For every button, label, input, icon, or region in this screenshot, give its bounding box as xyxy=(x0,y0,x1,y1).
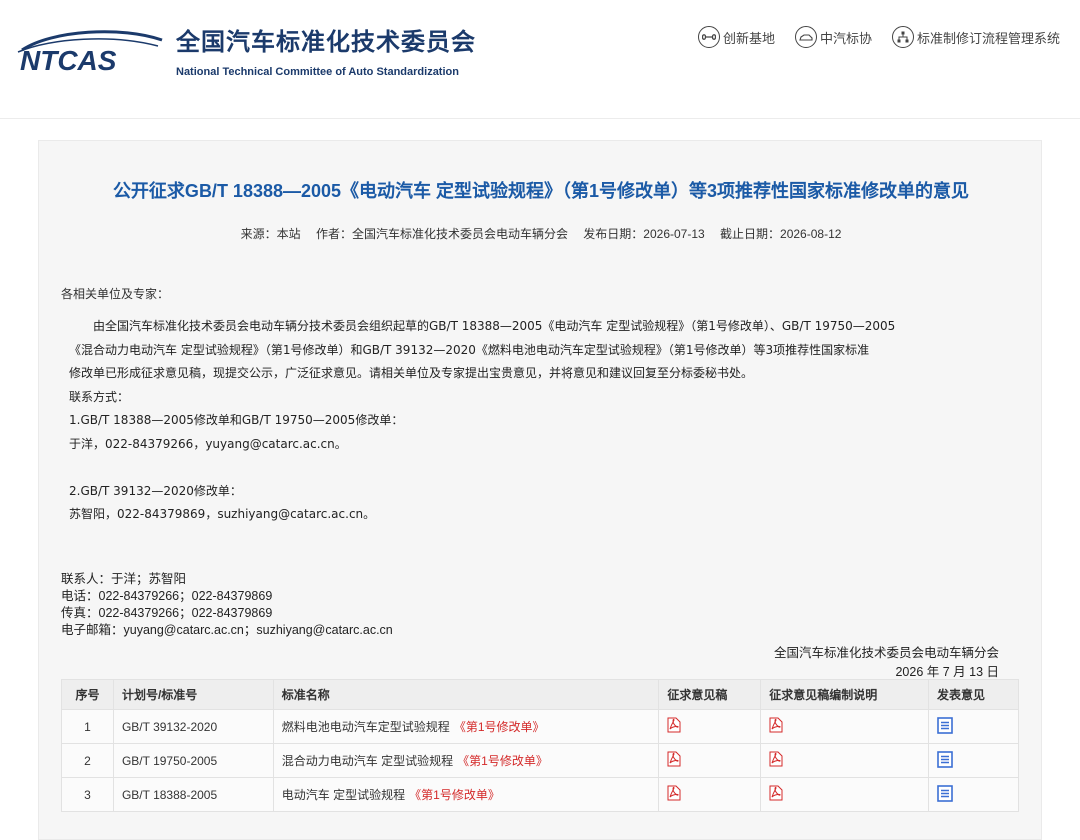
hierarchy-circle-icon xyxy=(891,26,914,48)
standards-table: 序号 计划号/标准号 标准名称 征求意见稿 征求意见稿编制说明 发表意见 1 G… xyxy=(61,679,1019,812)
row-revision-link[interactable]: 《第1号修改单》 xyxy=(454,720,545,734)
row-draft-cell xyxy=(658,777,762,812)
document-list-icon[interactable] xyxy=(937,784,953,805)
row-name: 电动汽车 定型试验规程 xyxy=(281,788,406,802)
pdf-icon[interactable] xyxy=(769,751,783,770)
row-name: 混合动力电动汽车 定型试验规程 xyxy=(281,754,454,768)
row-revision-link[interactable]: 《第1号修改单》 xyxy=(409,788,500,802)
body-line: 《混合动力电动汽车 定型试验规程》（第1号修改单）和GB/T 39132—202… xyxy=(69,342,870,357)
row-explanation-cell xyxy=(760,777,930,812)
col-header-code: 计划号/标准号 xyxy=(112,679,274,710)
col-header-draft: 征求意见稿 xyxy=(658,679,762,710)
meta-source: 来源：本站 xyxy=(240,227,301,241)
article-body: 由全国汽车标准化技术委员会电动车辆分技术委员会组织起草的GB/T 18388—2… xyxy=(69,315,1019,527)
table-header-row: 序号 计划号/标准号 标准名称 征求意见稿 征求意见稿编制说明 发表意见 xyxy=(61,679,1019,710)
row-feedback-cell xyxy=(928,777,1019,812)
contact1-detail: 于洋，022-84379266，yuyang@catarc.ac.cn。 xyxy=(69,436,347,451)
contact-heading: 联系方式： xyxy=(69,389,130,404)
infinity-circle-icon xyxy=(697,26,720,48)
row-code: GB/T 19750-2005 xyxy=(112,743,274,778)
row-feedback-cell xyxy=(928,743,1019,778)
row-code: GB/T 39132-2020 xyxy=(112,709,274,744)
contact-fax: 传真：022-84379266；022-84379869 xyxy=(61,606,273,620)
site-cn-title: 全国汽车标准化技术委员会 xyxy=(176,29,476,56)
contact1-title: 1.GB/T 18388—2005修改单和GB/T 19750—2005修改单： xyxy=(69,413,404,427)
row-no: 3 xyxy=(61,777,114,812)
col-header-no: 序号 xyxy=(61,679,114,710)
row-no: 1 xyxy=(61,709,114,744)
article-title: 公开征求GB/T 18388—2005《电动汽车 定型试验规程》（第1号修改单）… xyxy=(112,181,970,201)
row-feedback-cell xyxy=(928,709,1019,744)
pdf-icon[interactable] xyxy=(769,717,783,736)
article-meta: 来源：本站 作者：全国汽车标准化技术委员会电动车辆分会 发布日期：2026-07… xyxy=(39,225,1043,242)
table-row: 1 GB/T 39132-2020 燃料电池电动汽车定型试验规程 《第1号修改单》 xyxy=(61,709,1019,744)
row-draft-cell xyxy=(658,709,762,744)
table-row: 2 GB/T 19750-2005 混合动力电动汽车 定型试验规程 《第1号修改单… xyxy=(61,743,1019,778)
pdf-icon[interactable] xyxy=(667,751,681,770)
site-header: NTCAS 全国汽车标准化技术委员会 National Technical Co… xyxy=(0,0,1080,119)
table-row: 3 GB/T 18388-2005 电动汽车 定型试验规程 《第1号修改单》 xyxy=(61,777,1019,812)
row-explanation-cell xyxy=(760,743,930,778)
top-nav: 创新基地 中汽标协 标准制修订流程管理系统 xyxy=(678,26,1060,48)
body-line: 由全国汽车标准化技术委员会电动车辆分技术委员会组织起草的GB/T 18388—2… xyxy=(93,319,896,333)
logo-text: NTCAS xyxy=(20,45,117,76)
top-link-caam[interactable]: 中汽标协 xyxy=(794,26,872,48)
top-link-label: 创新基地 xyxy=(722,30,775,46)
contact-email: 电子邮箱：yuyang@catarc.ac.cn；suzhiyang@catar… xyxy=(61,623,393,637)
body-line: 修改单已形成征求意见稿，现提交公示，广泛征求意见。请相关单位及专家提出宝贵意见，… xyxy=(69,366,754,380)
ntcas-logo-icon: NTCAS xyxy=(17,30,163,76)
article-panel: 公开征求GB/T 18388—2005《电动汽车 定型试验规程》（第1号修改单）… xyxy=(38,140,1042,840)
pdf-icon[interactable] xyxy=(667,785,681,804)
pdf-icon[interactable] xyxy=(769,785,783,804)
row-code: GB/T 18388-2005 xyxy=(112,777,274,812)
top-link-label: 标准制修订流程管理系统 xyxy=(916,30,1060,46)
row-name-cell: 燃料电池电动汽车定型试验规程 《第1号修改单》 xyxy=(272,709,660,744)
signature-org: 全国汽车标准化技术委员会电动车辆分会 xyxy=(773,646,999,660)
col-header-name: 标准名称 xyxy=(272,679,660,710)
row-name-cell: 混合动力电动汽车 定型试验规程 《第1号修改单》 xyxy=(272,743,660,778)
row-explanation-cell xyxy=(760,709,930,744)
row-name-cell: 电动汽车 定型试验规程 《第1号修改单》 xyxy=(272,777,660,812)
contact2-title: 2.GB/T 39132—2020修改单： xyxy=(69,483,242,498)
pdf-icon[interactable] xyxy=(667,717,681,736)
row-name: 燃料电池电动汽车定型试验规程 xyxy=(281,720,450,734)
salutation: 各相关单位及专家： xyxy=(61,287,170,301)
col-header-explanation: 征求意见稿编制说明 xyxy=(760,679,930,710)
site-logo[interactable]: NTCAS 全国汽车标准化技术委员会 National Technical Co… xyxy=(12,18,482,88)
row-draft-cell xyxy=(658,743,762,778)
car-circle-icon xyxy=(794,26,817,48)
contact-phone: 电话：022-84379266；022-84379869 xyxy=(61,589,273,603)
top-link-label: 中汽标协 xyxy=(819,30,872,46)
meta-publish-date: 发布日期：2026-07-13 xyxy=(583,227,705,241)
row-revision-link[interactable]: 《第1号修改单》 xyxy=(457,754,548,768)
meta-deadline: 截止日期：2026-08-12 xyxy=(720,227,842,241)
contact-person: 联系人：于洋；苏智阳 xyxy=(61,572,187,586)
top-link-innovation-base[interactable]: 创新基地 xyxy=(697,26,775,48)
signature: 全国汽车标准化技术委员会电动车辆分会 2026 年 7 月 13 日 xyxy=(774,644,999,682)
contact2-detail: 苏智阳，022-84379869，suzhiyang@catarc.ac.cn。 xyxy=(69,507,376,521)
site-en-title: National Technical Committee of Auto Sta… xyxy=(176,66,459,78)
meta-author: 作者：全国汽车标准化技术委员会电动车辆分会 xyxy=(315,227,568,241)
contact-block: 联系人：于洋；苏智阳 电话：022-84379266；022-84379869 … xyxy=(61,571,393,639)
top-link-standard-system[interactable]: 标准制修订流程管理系统 xyxy=(891,26,1060,48)
document-list-icon[interactable] xyxy=(937,716,953,737)
row-no: 2 xyxy=(61,743,114,778)
document-list-icon[interactable] xyxy=(937,750,953,771)
col-header-feedback: 发表意见 xyxy=(928,679,1019,710)
